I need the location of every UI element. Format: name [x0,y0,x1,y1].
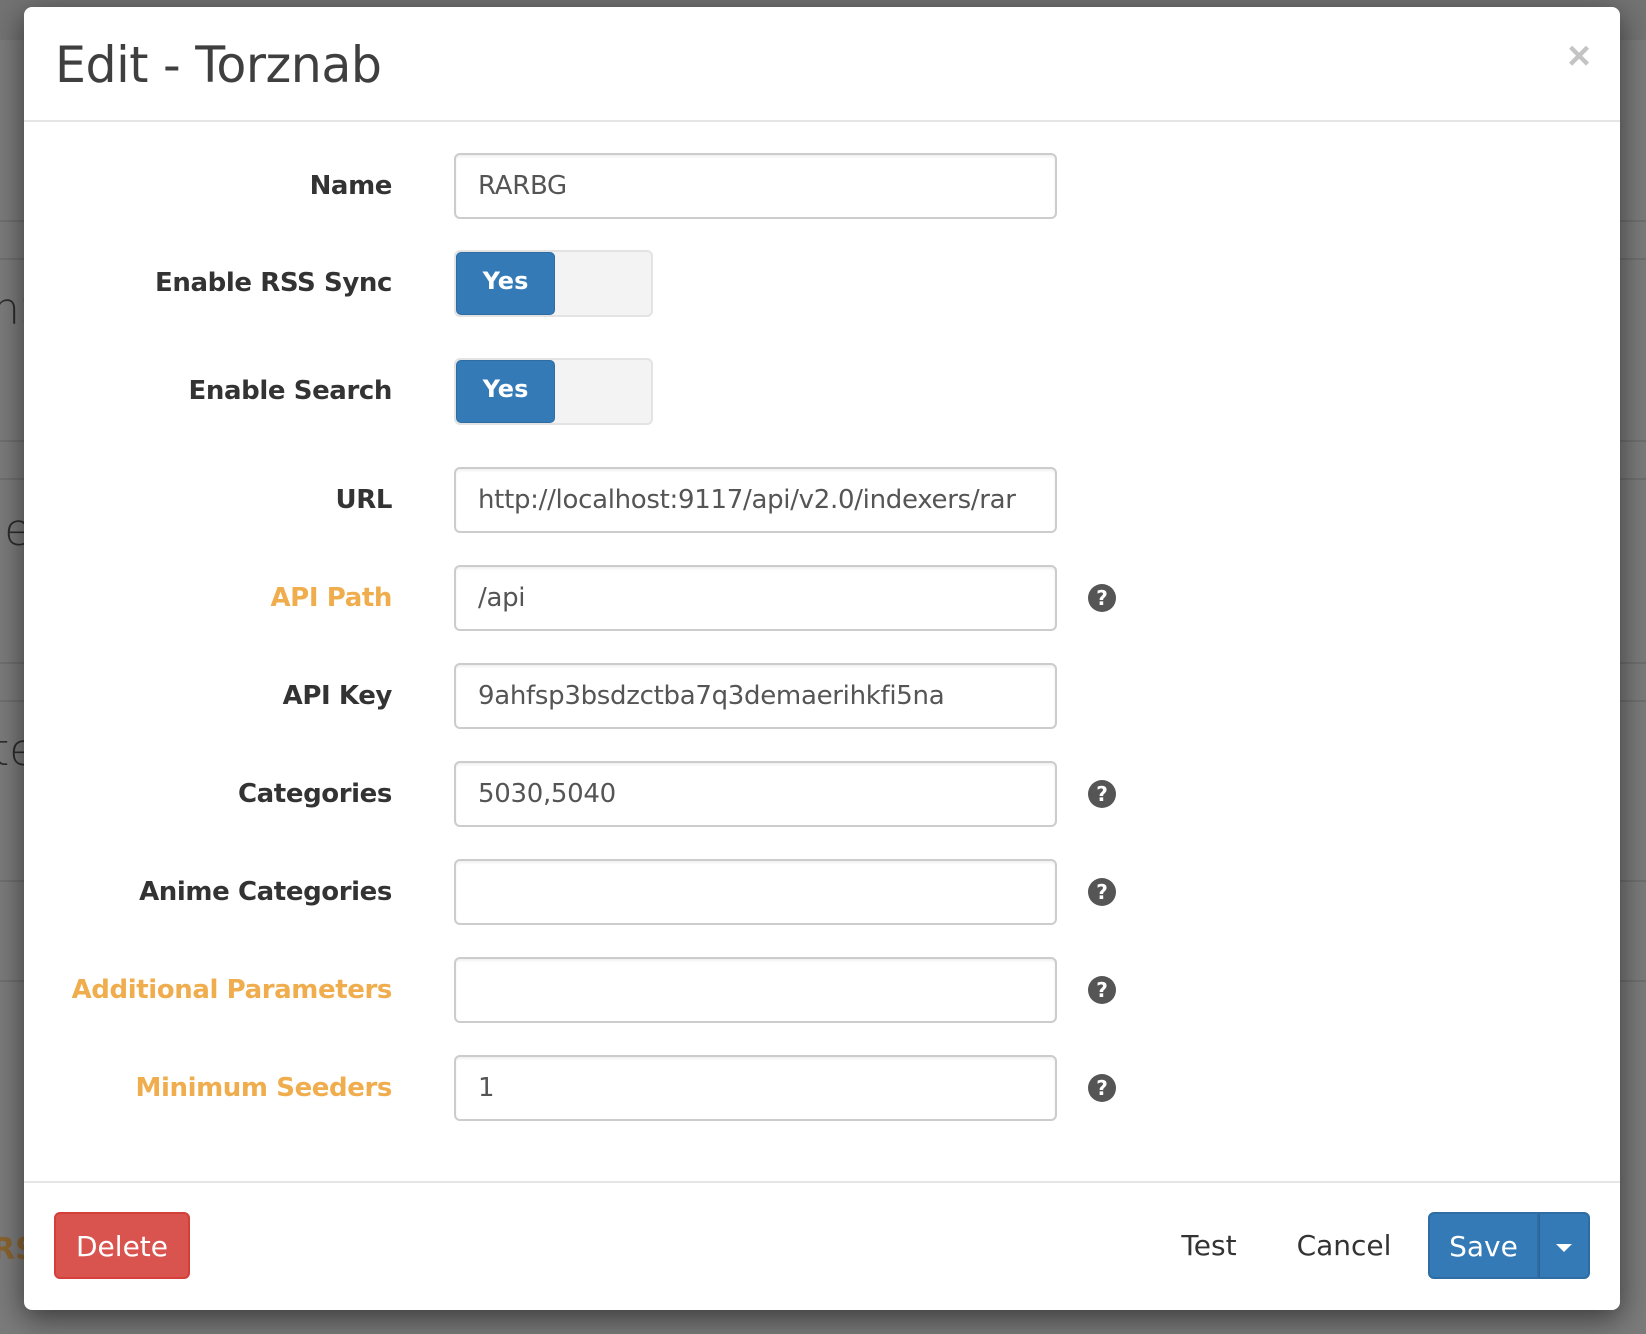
form-row-categories: Categories ? [24,761,1620,827]
form-row-name: Name [24,153,1620,219]
enable-search-label: Enable Search [188,376,393,406]
form-row-enable-search: Enable Search Yes [24,358,1620,425]
enable-rss-toggle-yes[interactable]: Yes [456,252,555,315]
form-row-enable-rss: Enable RSS Sync Yes [24,250,1620,317]
modal-title: Edit - Torznab [55,36,382,94]
minimum-seeders-label: Minimum Seeders [135,1073,393,1103]
modal-footer: Delete Test Cancel Save [24,1181,1620,1310]
enable-rss-toggle[interactable]: Yes [454,250,653,317]
categories-input[interactable] [454,761,1057,827]
modal-header: Edit - Torznab × [24,7,1620,122]
question-circle-icon[interactable]: ? [1088,584,1116,612]
additional-parameters-input[interactable] [454,957,1057,1023]
additional-parameters-label: Additional Parameters [71,975,393,1005]
save-dropdown-toggle[interactable] [1539,1212,1590,1279]
anime-categories-input[interactable] [454,859,1057,925]
delete-button[interactable]: Delete [54,1212,190,1279]
api-path-input[interactable] [454,565,1057,631]
url-input[interactable] [454,467,1057,533]
name-input[interactable] [454,153,1057,219]
close-icon[interactable]: × [1564,36,1594,76]
edit-indexer-modal: Edit - Torznab × Name Enable RSS Sync Ye… [24,7,1620,1310]
caret-down-icon [1556,1244,1572,1252]
form-row-additional-parameters: Additional Parameters ? [24,957,1620,1023]
anime-categories-label: Anime Categories [139,877,392,907]
test-button[interactable]: Test [1164,1212,1254,1279]
enable-rss-label: Enable RSS Sync [155,268,392,298]
question-circle-icon[interactable]: ? [1088,1074,1116,1102]
categories-label: Categories [237,779,392,809]
enable-search-toggle-yes[interactable]: Yes [456,360,555,423]
enable-search-toggle[interactable]: Yes [454,358,653,425]
form-row-anime-categories: Anime Categories ? [24,859,1620,925]
form-row-url: URL [24,467,1620,533]
form-row-minimum-seeders: Minimum Seeders ? [24,1055,1620,1121]
api-path-label: API Path [270,583,392,613]
question-circle-icon[interactable]: ? [1088,976,1116,1004]
form-row-api-path: API Path ? [24,565,1620,631]
question-circle-icon[interactable]: ? [1088,780,1116,808]
save-button[interactable]: Save [1428,1212,1539,1279]
minimum-seeders-input[interactable] [454,1055,1057,1121]
form-row-api-key: API Key [24,663,1620,729]
api-key-label: API Key [282,681,393,711]
name-label: Name [309,171,393,201]
cancel-button[interactable]: Cancel [1284,1212,1404,1279]
url-label: URL [335,485,392,515]
api-key-input[interactable] [454,663,1057,729]
question-circle-icon[interactable]: ? [1088,878,1116,906]
